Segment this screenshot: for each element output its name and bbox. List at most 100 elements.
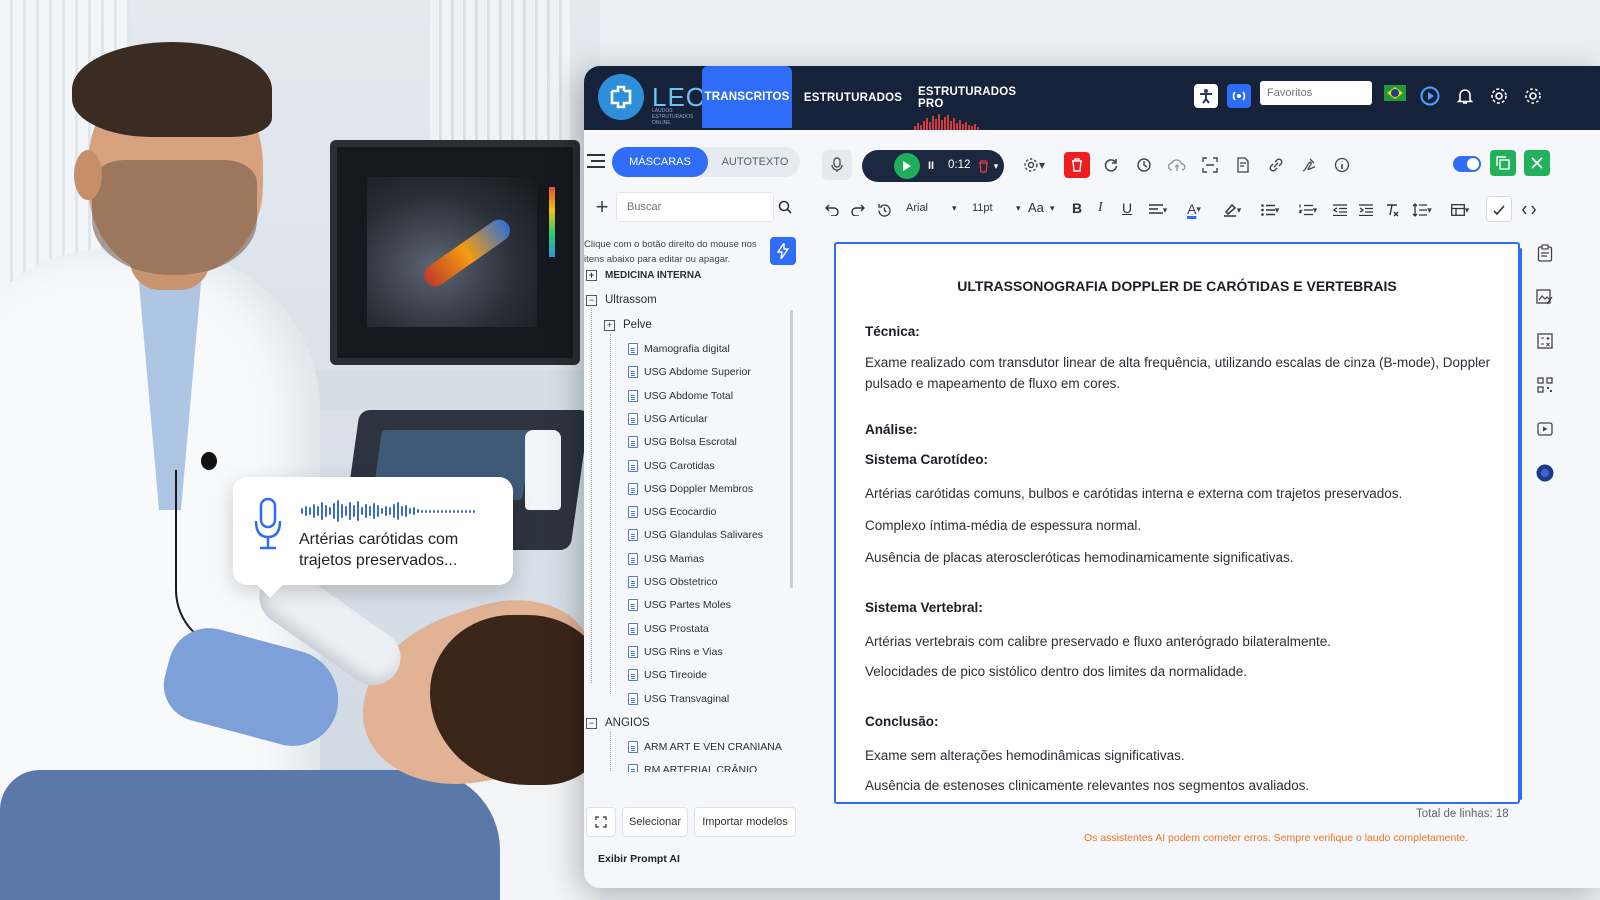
settings-icon[interactable]: [1487, 84, 1511, 108]
text-color-dropdown[interactable]: A ▾: [1180, 198, 1208, 220]
menu-icon[interactable]: [584, 149, 608, 173]
image-edit-icon[interactable]: [1534, 286, 1556, 308]
select-button[interactable]: Selecionar: [622, 807, 688, 837]
leo-logo[interactable]: LEO LAUDOS ESTRUTURADOS ONLINE: [598, 74, 707, 126]
list-item[interactable]: USG Prostata: [628, 622, 709, 635]
list-item[interactable]: Mamografia digital: [628, 343, 730, 355]
expand-icon[interactable]: +: [604, 319, 615, 331]
tree-category[interactable]: − ANGIOS: [586, 717, 650, 729]
qr-code-icon[interactable]: [1534, 374, 1556, 396]
numbered-list-dropdown[interactable]: ▾: [1294, 199, 1322, 221]
undo-icon[interactable]: [822, 200, 842, 220]
list-item[interactable]: USG Abdome Total: [628, 389, 733, 402]
microphone-button[interactable]: [822, 150, 852, 180]
settings-dropdown[interactable]: ▾: [1018, 154, 1050, 176]
favorites-input[interactable]: [1260, 81, 1372, 105]
outdent-icon[interactable]: [1330, 199, 1350, 221]
expand-button[interactable]: [586, 807, 616, 837]
broadcast-icon[interactable]: [1227, 84, 1251, 108]
bullet-list-dropdown[interactable]: ▾: [1256, 199, 1284, 221]
list-item[interactable]: ARM ART E VEN CRANIANA: [628, 741, 782, 753]
delete-button[interactable]: [1064, 152, 1090, 178]
tab-mascaras[interactable]: MÁSCARAS: [612, 147, 708, 177]
copy-button[interactable]: [1490, 150, 1516, 176]
gear-icon[interactable]: [1521, 84, 1545, 108]
refresh-icon[interactable]: [1098, 152, 1124, 178]
chevron-down-icon[interactable]: ▾: [990, 158, 1002, 174]
tree-category[interactable]: − Ultrassom: [586, 294, 657, 306]
tree-scrollbar[interactable]: [790, 310, 793, 588]
tab-autotexto[interactable]: AUTOTEXTO: [710, 147, 800, 177]
font-size-select[interactable]: 11pt: [972, 202, 993, 214]
signature-icon[interactable]: [1296, 152, 1322, 178]
add-icon[interactable]: +: [590, 193, 614, 221]
toggle-switch[interactable]: [1452, 155, 1482, 173]
chevron-down-icon[interactable]: ▾: [1016, 203, 1021, 214]
acessibility-icon[interactable]: [1194, 84, 1218, 108]
spellcheck-button[interactable]: [1486, 196, 1512, 222]
tab-estruturados[interactable]: ESTRUTURADOS: [798, 66, 908, 130]
history-icon[interactable]: [1131, 152, 1157, 178]
editor-scrollbar[interactable]: [1519, 248, 1522, 800]
line-height-dropdown[interactable]: ▾: [1408, 199, 1436, 221]
list-item[interactable]: USG Abdome Superior: [628, 366, 751, 379]
align-dropdown[interactable]: ▾: [1144, 200, 1172, 220]
chevron-down-icon[interactable]: ▾: [952, 203, 957, 214]
list-item[interactable]: USG Bolsa Escrotal: [628, 436, 737, 449]
pause-icon[interactable]: II: [924, 157, 938, 175]
list-item[interactable]: USG Carotidas: [628, 459, 715, 472]
close-button[interactable]: [1524, 150, 1550, 176]
calculator-icon[interactable]: [1534, 330, 1556, 352]
tab-transcritos[interactable]: TRANSCRITOS: [702, 66, 792, 128]
lightning-button[interactable]: [770, 237, 796, 265]
source-code-icon[interactable]: [1518, 199, 1540, 221]
list-item[interactable]: USG Tireoide: [628, 669, 707, 682]
link-icon[interactable]: [1263, 152, 1289, 178]
trash-icon[interactable]: [976, 157, 990, 175]
list-item[interactable]: USG Obstetrico: [628, 576, 718, 588]
list-item[interactable]: USG Mamas: [628, 552, 704, 565]
bell-icon[interactable]: [1453, 84, 1477, 108]
brazil-flag-icon[interactable]: [1384, 85, 1406, 101]
clipboard-icon[interactable]: [1534, 242, 1556, 264]
list-item[interactable]: RM ARTERIAL CRÂNIO: [628, 764, 757, 772]
list-item[interactable]: USG Ecocardio: [628, 506, 716, 519]
search-row: +: [586, 190, 796, 224]
restore-icon[interactable]: [874, 200, 894, 220]
clear-format-icon[interactable]: [1382, 199, 1402, 221]
highlight-dropdown[interactable]: ▾: [1218, 199, 1246, 221]
play-button[interactable]: [894, 153, 920, 179]
font-family-select[interactable]: Arial: [906, 202, 928, 214]
list-item[interactable]: USG Articular: [628, 412, 708, 425]
search-icon[interactable]: [774, 196, 796, 218]
list-item[interactable]: USG Transvaginal: [628, 692, 729, 705]
document-search-icon[interactable]: [1230, 152, 1256, 178]
table-dropdown[interactable]: ▾: [1446, 199, 1474, 221]
redo-icon[interactable]: [848, 200, 868, 220]
search-input[interactable]: [616, 192, 774, 222]
info-icon[interactable]: [1329, 152, 1355, 178]
ai-icon[interactable]: [1534, 462, 1556, 484]
collapse-icon[interactable]: −: [586, 294, 597, 306]
show-prompt-ai[interactable]: Exibir Prompt AI: [598, 853, 680, 865]
tree-group[interactable]: + Pelve: [604, 319, 652, 331]
tree-category[interactable]: + MEDICINA INTERNA: [586, 270, 701, 281]
indent-icon[interactable]: [1356, 199, 1376, 221]
expand-icon[interactable]: +: [586, 270, 597, 281]
video-icon[interactable]: [1534, 418, 1556, 440]
list-item[interactable]: USG Partes Moles: [628, 599, 731, 612]
list-item[interactable]: USG Glandulas Salivares: [628, 529, 763, 542]
bold-button[interactable]: B: [1072, 200, 1082, 216]
import-models-button[interactable]: Importar modelos: [694, 807, 796, 837]
play-circle-icon[interactable]: [1418, 84, 1442, 108]
list-item[interactable]: USG Doppler Membros: [628, 482, 753, 495]
collapse-icon[interactable]: −: [586, 717, 597, 729]
chevron-down-icon[interactable]: ▾: [1050, 203, 1055, 214]
text-case-button[interactable]: Aa: [1028, 200, 1044, 215]
italic-button[interactable]: I: [1098, 200, 1103, 216]
underline-button[interactable]: U: [1122, 200, 1132, 216]
fullscreen-icon[interactable]: [1197, 152, 1223, 178]
report-editor[interactable]: ULTRASSONOGRAFIA DOPPLER DE CARÓTIDAS E …: [834, 242, 1522, 804]
cloud-upload-icon[interactable]: [1164, 152, 1190, 178]
list-item[interactable]: USG Rins e Vias: [628, 645, 723, 658]
